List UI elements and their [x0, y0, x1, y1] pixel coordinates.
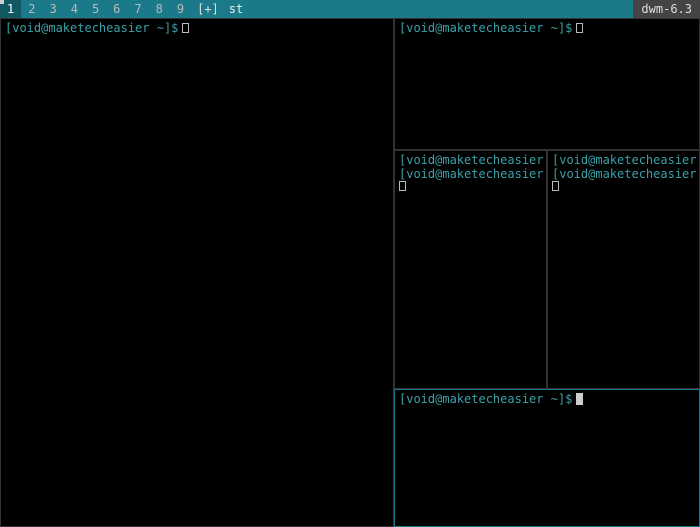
cursor-icon: [182, 23, 189, 33]
prompt-line: [void@maketecheasier ~]$: [399, 167, 542, 181]
prompt: [void@maketecheasier ~]$: [5, 21, 178, 35]
tag-9[interactable]: 9: [170, 0, 191, 18]
prompt: [void@maketecheasier ~]$: [399, 153, 547, 167]
prompt: [void@maketecheasier ~]$: [399, 167, 547, 181]
prompt: [void@maketecheasier ~]$: [552, 167, 700, 181]
prompt: [void@maketecheasier ~]$: [399, 392, 572, 406]
prompt: [void@maketecheasier ~]$: [399, 21, 572, 35]
terminal-master[interactable]: [void@maketecheasier ~]$: [0, 18, 394, 527]
terminal-mid-left[interactable]: [void@maketecheasier ~]$ [void@maketeche…: [394, 150, 547, 389]
prompt-line: [399, 181, 542, 191]
terminal-bottom-right[interactable]: [void@maketecheasier ~]$: [394, 389, 700, 527]
prompt-line: [void@maketecheasier ~]$: [5, 21, 389, 35]
prompt-line: [void@maketecheasier ~]$: [552, 153, 695, 167]
tag-1[interactable]: 1: [0, 0, 21, 18]
prompt-line: [void@maketecheasier ~]$: [399, 21, 695, 35]
wm-version: dwm-6.3: [633, 0, 700, 18]
cursor-icon: [399, 181, 406, 191]
window-title: st: [225, 2, 634, 16]
tag-5[interactable]: 5: [85, 0, 106, 18]
cursor-icon: [576, 393, 583, 405]
workspace: [void@maketecheasier ~]$ [void@maketeche…: [0, 18, 700, 527]
tag-4[interactable]: 4: [64, 0, 85, 18]
layout-symbol[interactable]: [+]: [191, 2, 225, 16]
prompt-line: [552, 181, 695, 191]
prompt-line: [void@maketecheasier ~]$: [399, 153, 542, 167]
prompt-line: [void@maketecheasier ~]$: [552, 167, 695, 181]
prompt: [void@maketecheasier ~]$: [552, 153, 700, 167]
prompt-line: [void@maketecheasier ~]$: [399, 392, 695, 406]
cursor-icon: [576, 23, 583, 33]
terminal-top-right[interactable]: [void@maketecheasier ~]$: [394, 18, 700, 150]
statusbar: 1 2 3 4 5 6 7 8 9 [+] st dwm-6.3: [0, 0, 700, 18]
tag-3[interactable]: 3: [42, 0, 63, 18]
tag-2[interactable]: 2: [21, 0, 42, 18]
terminal-mid-right[interactable]: [void@maketecheasier ~]$ [void@maketeche…: [547, 150, 700, 389]
tag-6[interactable]: 6: [106, 0, 127, 18]
tag-8[interactable]: 8: [149, 0, 170, 18]
tag-7[interactable]: 7: [127, 0, 148, 18]
cursor-icon: [552, 181, 559, 191]
